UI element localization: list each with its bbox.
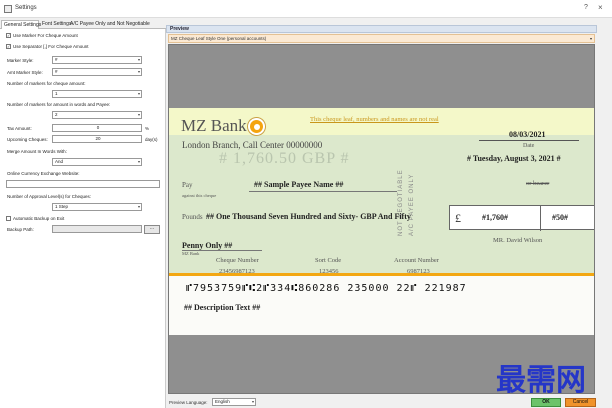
- site-watermark: 最需网: [496, 363, 586, 398]
- chevron-down-icon: ▾: [137, 69, 140, 74]
- markers-amount-select[interactable]: 1 ▾: [52, 90, 142, 98]
- window-title: Settings: [15, 5, 37, 11]
- merge-words-label: Merge Amount In Words With:: [7, 149, 67, 154]
- micr-line: ⑈7953759⑈⑆2⑈334⑆860286 235000 22⑈ 221987: [186, 283, 467, 294]
- sort-code-value: 123456: [319, 268, 339, 275]
- markers-words-select[interactable]: 2 ▾: [52, 111, 142, 119]
- chevron-down-icon: ▾: [137, 91, 140, 96]
- chevron-down-icon: ▾: [137, 112, 140, 117]
- payee-name: ## Sample Payee Name ##: [254, 180, 344, 189]
- branch-text: London Branch, Call Center 00000000: [182, 140, 323, 150]
- backup-path-label: Backup Path:: [7, 227, 34, 232]
- browse-button[interactable]: ...: [144, 225, 160, 234]
- ok-button[interactable]: OK: [531, 398, 561, 407]
- long-date: # Tuesday, August 3, 2021 #: [467, 154, 561, 163]
- disclaimer-text: This cheque leaf, numbers and names are …: [310, 116, 439, 123]
- chevron-down-icon: ▾: [589, 36, 592, 41]
- use-marker-label: Use Marker For Cheque Amount: [13, 33, 78, 38]
- bank-sub-label: MZ Bank: [182, 251, 200, 256]
- amount-words-line1: ## One Thousand Seven Hundred and Sixty-…: [206, 212, 411, 221]
- chevron-down-icon: ▾: [137, 204, 140, 209]
- date-label: Date: [523, 143, 535, 149]
- preview-header: Preview: [166, 25, 597, 33]
- tax-unit-label: %: [145, 126, 150, 131]
- tab-font-settings[interactable]: Font Settings: [40, 20, 71, 29]
- amt-marker-style-value: #: [55, 69, 58, 74]
- upcoming-cheques-input[interactable]: 20: [52, 135, 142, 143]
- cheque-number-label: Cheque Number: [216, 257, 259, 264]
- cheque-number-value: 23456987123: [219, 268, 255, 275]
- use-separator-checkbox[interactable]: ✓: [6, 44, 11, 49]
- settings-tabs: General Settings Font Settings A/C Payee…: [0, 19, 166, 29]
- preview-language-label: Preview Language:: [169, 400, 208, 405]
- markers-amount-label: Number of markers for cheque amount:: [7, 81, 86, 86]
- tax-amount-input[interactable]: 0: [52, 124, 142, 132]
- use-marker-checkbox[interactable]: ✓: [6, 33, 11, 38]
- not-negotiable-stamp: NOT NEGOTIABLE: [398, 169, 404, 236]
- preview-language-value: English: [215, 399, 230, 404]
- currency-website-label: Online Currency Exchange Website:: [7, 171, 80, 176]
- amt-marker-style-label: Amt Marker Style:: [7, 70, 43, 75]
- title-bar: Settings ? ×: [0, 0, 612, 18]
- preview-language-select[interactable]: English ▾: [212, 398, 256, 406]
- tab-general-settings[interactable]: General Settings: [1, 20, 41, 29]
- bank-name: MZ Bank: [181, 116, 247, 135]
- account-number-value: 6987123: [407, 268, 430, 275]
- signer-name: MR. David Wilson: [493, 237, 543, 244]
- amount-box: £ #1,760# #50#: [449, 205, 594, 231]
- merge-words-value: And: [55, 159, 64, 164]
- marker-style-label: Marker Style:: [7, 58, 34, 63]
- markers-amount-value: 1: [55, 91, 58, 96]
- upcoming-cheques-label: Upcoming Cheques:: [7, 137, 48, 142]
- pence-figure: #50#: [552, 213, 568, 222]
- amount-words-line2: Penny Only ##: [182, 241, 233, 250]
- general-settings-panel: ✓ Use Marker For Cheque Amount ✓ Use Sep…: [0, 29, 166, 408]
- approval-levels-value: 1 Step: [55, 204, 69, 209]
- cancel-button[interactable]: Cancel: [565, 398, 596, 407]
- currency-website-input[interactable]: [6, 180, 160, 188]
- sort-code-label: Sort Code: [315, 257, 342, 264]
- marker-style-value: #: [55, 57, 58, 62]
- account-number-label: Account Number: [394, 257, 439, 264]
- tab-ac-payee[interactable]: A/C Payee Only and Not Negotiable: [68, 20, 164, 29]
- pay-sub-label: against this cheque: [182, 193, 217, 198]
- markers-words-value: 2: [55, 112, 58, 117]
- cheque-style-select[interactable]: MZ Cheque Leaf Style One (personal accou…: [168, 34, 595, 43]
- close-button[interactable]: ×: [598, 3, 603, 12]
- approval-levels-label: Number of Approval Level(s) for Cheques:: [7, 194, 92, 199]
- marker-style-select[interactable]: # ▾: [52, 56, 142, 64]
- backup-path-input[interactable]: [52, 225, 142, 233]
- approval-levels-select[interactable]: 1 Step ▾: [52, 203, 142, 211]
- vertical-scrollbar[interactable]: [597, 25, 612, 396]
- chevron-down-icon: ▾: [251, 399, 254, 404]
- use-separator-label: Use Separator [,] For Cheque Amount: [13, 44, 89, 49]
- upcoming-unit-label: day(s): [145, 137, 158, 142]
- bearer-text: or bearer: [526, 180, 550, 187]
- amt-marker-style-select[interactable]: # ▾: [52, 68, 142, 76]
- preview-canvas: MZ Bank London Branch, Call Center 00000…: [168, 44, 595, 394]
- description-text: ## Description Text ##: [184, 303, 261, 312]
- chevron-down-icon: ▾: [137, 159, 140, 164]
- settings-app-icon: [4, 5, 12, 13]
- amount-figure: #1,760#: [482, 213, 508, 222]
- auto-backup-checkbox[interactable]: [6, 216, 11, 221]
- pay-label: Pay: [182, 181, 193, 189]
- chevron-down-icon: ▾: [137, 57, 140, 62]
- cheque-date: 08/03/2021: [509, 130, 546, 139]
- help-button[interactable]: ?: [584, 4, 588, 11]
- merge-words-select[interactable]: And ▾: [52, 158, 142, 166]
- ac-payee-stamp: A/C PAYEE ONLY: [409, 173, 415, 236]
- pounds-label: Pounds: [182, 213, 203, 221]
- cheque-preview: MZ Bank London Branch, Call Center 00000…: [169, 108, 594, 335]
- markers-words-label: Number of markers for amount in words an…: [7, 102, 111, 107]
- cheque-style-value: MZ Cheque Leaf Style One (personal accou…: [171, 36, 267, 41]
- tax-amount-label: Tax Amount:: [7, 126, 32, 131]
- ghost-amount: # 1,760.50 GBP #: [219, 150, 350, 167]
- pound-sign-icon: £: [455, 211, 461, 225]
- auto-backup-label: Automatic Backup on Exit: [13, 216, 65, 221]
- bank-logo-icon: [248, 118, 265, 135]
